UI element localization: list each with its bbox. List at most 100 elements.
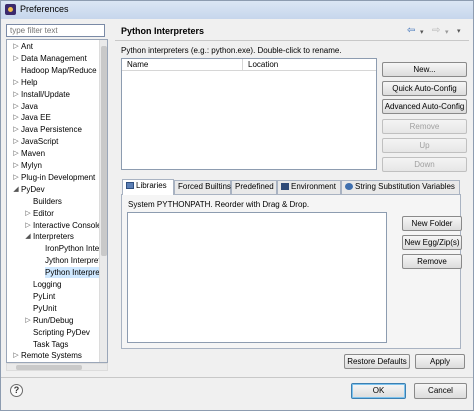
column-location[interactable]: Location (248, 60, 278, 69)
remove-path-button[interactable]: Remove (402, 254, 462, 269)
new-interpreter-button[interactable]: New... (382, 62, 467, 77)
tree-item[interactable]: ▷ Maven (13, 148, 45, 159)
tree-item[interactable]: ▷ Data Management (13, 53, 87, 64)
tree-item-label: PyLint (33, 291, 56, 301)
tree-horizontal-scrollbar[interactable] (6, 363, 108, 371)
tree-item[interactable]: Hadoop Map/Reduce (21, 65, 97, 76)
help-icon[interactable]: ? (10, 384, 23, 397)
tree-item-label: Ant (21, 42, 34, 51)
restore-defaults-button[interactable]: Restore Defaults (344, 354, 410, 369)
tree-item[interactable]: ▷ Java EE (13, 112, 51, 123)
tab-label: Forced Builtins (178, 182, 231, 191)
new-egg-zip-button[interactable]: New Egg/Zip(s) (402, 235, 462, 250)
back-dropdown-icon[interactable]: ▾ (420, 28, 424, 36)
tab-predefined[interactable]: Predefined (231, 180, 277, 194)
tab-string-substitution-variables[interactable]: String Substitution Variables (341, 180, 460, 194)
tree-item[interactable]: ▷ Editor (25, 208, 54, 219)
pythonpath-description: System PYTHONPATH. Reorder with Drag & D… (128, 200, 310, 209)
tree-item[interactable]: Python Interpreter (45, 267, 101, 279)
tree-item[interactable]: IronPython Interpreter (45, 243, 101, 254)
tree-item-label: Hadoop Map/Reduce (21, 65, 97, 75)
tree-item-label: Java EE (21, 113, 51, 123)
preferences-tree: ▷ Ant ▷ Data Management Hadoop Map/Reduce ▷ He… (6, 39, 108, 363)
tree-item[interactable]: Task Tags (33, 339, 68, 350)
advanced-auto-config-button[interactable]: Advanced Auto-Config (382, 99, 467, 114)
tree-item[interactable]: ▷ Plug-in Development (13, 172, 95, 183)
collapsed-arrow-icon[interactable]: ▷ (24, 208, 32, 219)
tree-item-label: Remote Systems (21, 351, 82, 361)
interpreter-tabs: Libraries Forced Builtins Predefined Env… (121, 179, 461, 195)
tree-item[interactable]: ▷ Remote Systems (13, 350, 82, 361)
tree-item-label: Java (21, 101, 38, 111)
scroll-thumb[interactable] (101, 46, 107, 256)
tree-item[interactable]: ▷ Run/Debug (25, 315, 74, 326)
expanded-arrow-icon[interactable]: ◢ (12, 184, 20, 195)
preferences-window: Preferences ▷Ant▷Data ManagementHadoop M… (0, 0, 474, 411)
collapsed-arrow-icon[interactable]: ▷ (12, 101, 20, 112)
tree-item[interactable]: PyLint (33, 291, 55, 302)
apply-button[interactable]: Apply (415, 354, 465, 369)
scroll-thumb[interactable] (16, 365, 82, 370)
tree-item-label: IronPython Interpreter (45, 244, 101, 254)
tree-item-label: PyUnit (33, 303, 57, 313)
libraries-icon (126, 182, 134, 189)
tree-item-label: Run/Debug (33, 315, 74, 325)
cancel-button[interactable]: Cancel (414, 383, 467, 399)
collapsed-arrow-icon[interactable]: ▷ (12, 160, 20, 171)
forward-arrow-icon[interactable]: ⇨ (432, 25, 440, 36)
tree-item[interactable]: ▷ Mylyn (13, 160, 42, 171)
tab-libraries[interactable]: Libraries (122, 179, 174, 195)
forward-dropdown-icon[interactable]: ▾ (445, 28, 449, 36)
tree-item[interactable]: ▷ Ant (13, 41, 34, 52)
tree-item-label: Interactive Console (33, 220, 101, 230)
tree-item[interactable]: ▷ Install/Update (13, 89, 70, 100)
tab-environment[interactable]: Environment (277, 180, 341, 194)
tree-item[interactable]: ◢ Interpreters (25, 231, 74, 242)
down-button[interactable]: Down (382, 157, 467, 172)
tree-item[interactable]: Builders (33, 196, 62, 207)
tree-item[interactable]: ◢ PyDev (13, 184, 44, 195)
tree-item-label: Python Interpreter (45, 268, 101, 278)
up-button[interactable]: Up (382, 138, 467, 153)
expanded-arrow-icon[interactable]: ◢ (24, 231, 32, 242)
tree-item-label: Interpreters (33, 232, 74, 242)
tree-item[interactable]: Jython Interpreter (45, 255, 101, 266)
collapsed-arrow-icon[interactable]: ▷ (12, 112, 20, 123)
column-name[interactable]: Name (127, 60, 148, 69)
collapsed-arrow-icon[interactable]: ▷ (12, 89, 20, 100)
collapsed-arrow-icon[interactable]: ▷ (12, 148, 20, 159)
collapsed-arrow-icon[interactable]: ▷ (12, 172, 20, 183)
tree-items: ▷ Ant ▷ Data Management Hadoop Map/Reduce ▷ He… (7, 40, 101, 362)
tree-item[interactable]: ▷ Java Persistence (13, 124, 82, 135)
tree-item-label: Jython Interpreter (45, 256, 101, 266)
collapsed-arrow-icon[interactable]: ▷ (24, 220, 32, 231)
view-menu-icon[interactable]: ▾ (457, 27, 461, 35)
collapsed-arrow-icon[interactable]: ▷ (12, 350, 20, 361)
tree-item[interactable]: Scripting PyDev (33, 327, 90, 338)
collapsed-arrow-icon[interactable]: ▷ (12, 136, 20, 147)
tree-vertical-scrollbar[interactable] (99, 40, 107, 362)
collapsed-arrow-icon[interactable]: ▷ (12, 77, 20, 88)
tree-item[interactable]: ▷ Help (13, 77, 37, 88)
tab-forced-builtins[interactable]: Forced Builtins (174, 180, 231, 194)
collapsed-arrow-icon[interactable]: ▷ (12, 41, 20, 52)
tab-label: Environment (291, 182, 336, 191)
tree-item[interactable]: ▷ JavaScript (13, 136, 59, 147)
remove-interpreter-button[interactable]: Remove (382, 119, 467, 134)
filter-input[interactable] (6, 24, 105, 37)
collapsed-arrow-icon[interactable]: ▷ (12, 124, 20, 135)
tree-item[interactable]: ▷ Java (13, 101, 38, 112)
new-folder-button[interactable]: New Folder (402, 216, 462, 231)
tree-item[interactable]: Logging (33, 279, 61, 290)
quick-auto-config-button[interactable]: Quick Auto-Config (382, 81, 467, 96)
interpreters-table[interactable]: Name Location (121, 58, 377, 170)
collapsed-arrow-icon[interactable]: ▷ (24, 315, 32, 326)
ok-button[interactable]: OK (351, 383, 406, 399)
back-arrow-icon[interactable]: ⇦ (407, 25, 415, 36)
collapsed-arrow-icon[interactable]: ▷ (12, 53, 20, 64)
tree-item-label: JavaScript (21, 137, 59, 147)
pythonpath-list[interactable] (127, 212, 387, 343)
header-separator (115, 40, 469, 41)
tree-item[interactable]: ▷ Interactive Console (25, 220, 101, 231)
tree-item[interactable]: PyUnit (33, 303, 57, 314)
